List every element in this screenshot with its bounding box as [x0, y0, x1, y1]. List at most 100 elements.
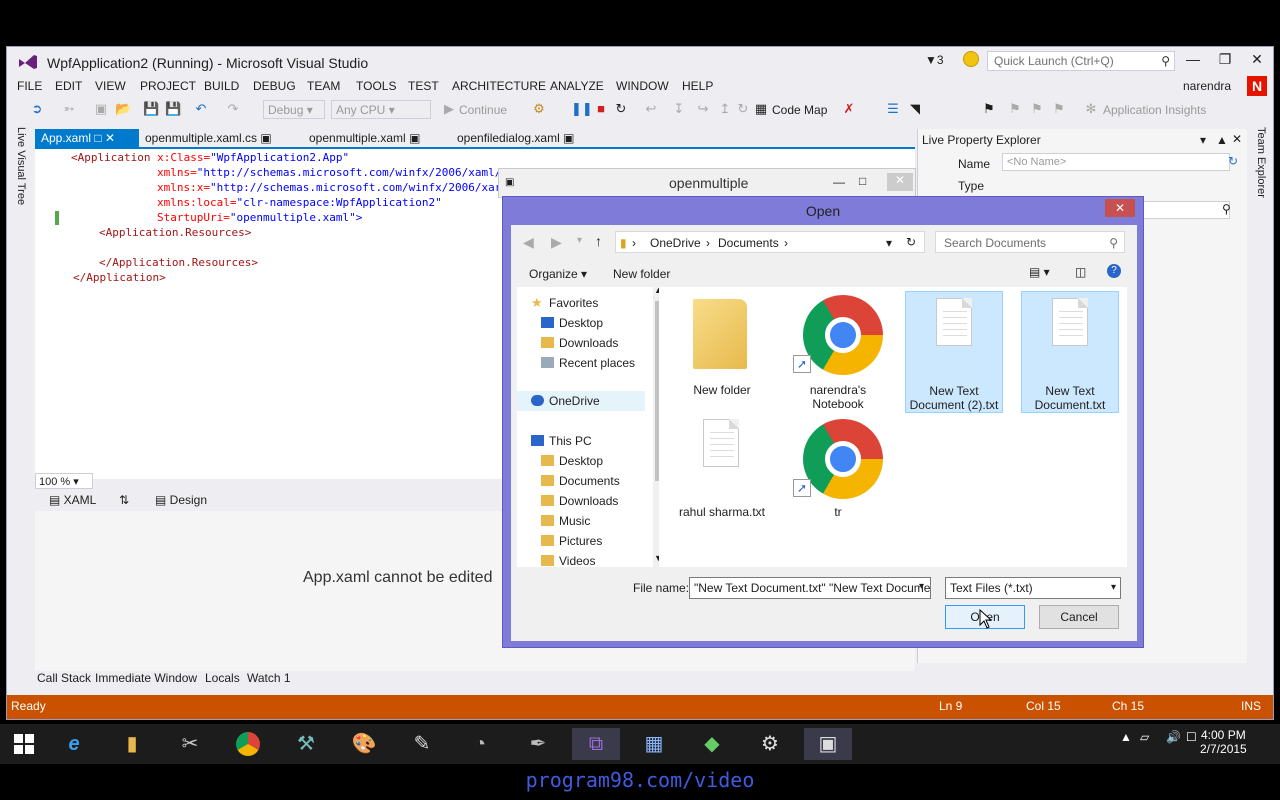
change-view-icon[interactable]: ▤ ▾	[1029, 265, 1050, 279]
volume-icon[interactable]: 🔊	[1166, 730, 1181, 744]
menu-file[interactable]: FILE	[17, 79, 42, 93]
clear-bookmarks-icon[interactable]: ⚑	[1051, 101, 1067, 117]
tab-openmultiple-xaml-cs[interactable]: openmultiple.xaml.cs ▣	[139, 129, 278, 147]
break-all-icon[interactable]: ❚❚	[571, 101, 593, 117]
app-insights-icon[interactable]: ✻	[1083, 101, 1099, 117]
help-icon[interactable]: ?	[1107, 264, 1121, 278]
tools-icon[interactable]: ⚒	[282, 728, 330, 760]
code-map-icon[interactable]: ▦	[753, 101, 769, 117]
organize-button[interactable]: Organize ▾	[529, 267, 587, 281]
taskbar-clock[interactable]: 4:00 PM 2/7/2015	[1200, 728, 1247, 756]
breadcrumb-documents[interactable]: Documents	[718, 236, 779, 250]
menu-window[interactable]: WINDOW	[616, 79, 669, 93]
file-item[interactable]: rahul sharma.txt	[673, 419, 771, 541]
redo-icon[interactable]: ↷	[225, 101, 241, 117]
dialog-close-button[interactable]: ✕	[1105, 199, 1135, 217]
save-all-icon[interactable]: 💾	[165, 101, 181, 117]
signed-in-user[interactable]: narendra	[1183, 79, 1231, 93]
refresh-icon[interactable]: ↻	[735, 101, 751, 117]
start-button[interactable]	[0, 728, 48, 760]
feedback-smiley-icon[interactable]	[963, 51, 979, 67]
nav-desktop[interactable]: Desktop	[517, 313, 645, 333]
new-folder-button[interactable]: New folder	[613, 267, 670, 281]
show-hidden-icons-icon[interactable]: ▲	[1120, 730, 1132, 744]
file-item[interactable]: ➚ narendra's Notebook	[789, 291, 887, 413]
menu-architecture[interactable]: ARCHITECTURE	[452, 79, 546, 93]
search-documents-input[interactable]: Search Documents ⚲	[935, 231, 1125, 253]
network-icon[interactable]: ▱	[1140, 730, 1149, 744]
restart-icon[interactable]: ↻	[613, 101, 629, 117]
file-explorer-icon[interactable]: ▮	[108, 728, 156, 760]
menu-team[interactable]: TEAM	[307, 79, 340, 93]
menu-view[interactable]: VIEW	[95, 79, 126, 93]
recent-locations-icon[interactable]: ▾	[577, 235, 582, 246]
refresh-icon[interactable]: ↻	[906, 235, 916, 249]
gauge-icon[interactable]: ◔	[456, 728, 504, 760]
swap-panes-icon[interactable]: ⇅	[119, 493, 129, 507]
cancel-button[interactable]: Cancel	[1039, 605, 1119, 629]
internet-explorer-icon[interactable]: e	[50, 728, 98, 760]
preview-pane-icon[interactable]: ◫	[1075, 265, 1086, 279]
close-tab-icon[interactable]: ✕	[105, 131, 115, 145]
menu-test[interactable]: TEST	[408, 79, 439, 93]
step-out-icon[interactable]: ↥	[717, 101, 733, 117]
solution-platform-select[interactable]: Any CPU ▾	[331, 100, 431, 119]
bookmark-icon[interactable]: ⚑	[981, 101, 997, 117]
address-dropdown-icon[interactable]: ▾	[886, 236, 892, 250]
tab-openfiledialog-xaml[interactable]: openfiledialog.xaml ▣	[451, 129, 580, 147]
tab-immediate-window[interactable]: Immediate Window	[95, 671, 197, 685]
design-pane-tab[interactable]: ▤ Design	[155, 493, 207, 507]
menu-edit[interactable]: EDIT	[55, 79, 82, 93]
address-bar[interactable]: ▮ › OneDrive › Documents › ▾ ↻	[615, 231, 925, 253]
nav-pictures[interactable]: Pictures	[517, 531, 645, 551]
navigate-forward-icon[interactable]: ➳	[61, 101, 77, 117]
user-avatar[interactable]: N	[1247, 76, 1267, 96]
stop-debugging-icon[interactable]: ■	[593, 101, 609, 117]
restore-button[interactable]: ❐	[1213, 51, 1237, 71]
close-button[interactable]: ✕	[887, 173, 913, 191]
name-field[interactable]: <No Name>	[1002, 153, 1230, 171]
layers-icon[interactable]: ◆	[688, 728, 736, 760]
breadcrumb-onedrive[interactable]: OneDrive	[650, 236, 701, 250]
pin-icon[interactable]: ▲	[1216, 133, 1228, 147]
nav-onedrive[interactable]: OneDrive	[517, 391, 645, 411]
notepad-icon[interactable]: ✎	[398, 728, 446, 760]
file-item-selected[interactable]: New Text Document.txt	[1021, 291, 1119, 413]
quick-launch-input[interactable]: Quick Launch (Ctrl+Q) ⚲	[987, 51, 1175, 71]
back-icon[interactable]: ◀	[523, 234, 534, 251]
next-bookmark-icon[interactable]: ⚑	[1029, 101, 1045, 117]
tab-watch-1[interactable]: Watch 1	[247, 671, 291, 685]
chrome-taskbar-icon[interactable]	[224, 728, 272, 760]
snipping-tool-icon[interactable]: ✂	[166, 728, 214, 760]
visual-studio-taskbar-icon[interactable]: ⧉	[572, 728, 620, 760]
pen-tool-icon[interactable]: ✒	[514, 728, 562, 760]
menu-tools[interactable]: TOOLS	[356, 79, 396, 93]
file-name-input[interactable]: "New Text Document.txt" "New Text Docume	[689, 577, 931, 599]
undo-icon[interactable]: ↶	[193, 101, 209, 117]
attach-icon[interactable]: ⚙	[531, 101, 547, 117]
zoom-select[interactable]: 100 % ▾	[35, 473, 93, 489]
continue-button[interactable]: Continue	[459, 103, 507, 117]
navigate-back-icon[interactable]: ➲	[29, 101, 45, 117]
up-one-level-icon[interactable]: ↑	[595, 233, 602, 249]
nav-music[interactable]: Music	[517, 511, 645, 531]
pin-icon[interactable]: □	[94, 131, 101, 145]
file-item[interactable]: New folder	[673, 291, 771, 413]
save-icon[interactable]: 💾	[143, 101, 159, 117]
select-element-icon[interactable]: ◥	[907, 101, 923, 117]
team-explorer-tab[interactable]: Team Explorer	[1253, 127, 1271, 247]
step-over-icon[interactable]: ↪	[695, 101, 711, 117]
nav-favorites[interactable]: ★ Favorites	[517, 293, 645, 313]
tab-locals[interactable]: Locals	[205, 671, 240, 685]
menu-build[interactable]: BUILD	[204, 79, 239, 93]
file-item-selected[interactable]: New Text Document (2).txt	[905, 291, 1003, 413]
file-type-select[interactable]: Text Files (*.txt) ▾	[945, 577, 1121, 599]
continue-icon[interactable]: ▶	[441, 101, 457, 117]
nav-pc-desktop[interactable]: Desktop	[517, 451, 645, 471]
nav-downloads[interactable]: Downloads	[517, 333, 645, 353]
nav-videos[interactable]: Videos	[517, 551, 645, 571]
file-item[interactable]: ➚ tr	[789, 419, 887, 541]
solution-configuration-select[interactable]: Debug ▾	[263, 100, 325, 119]
show-next-statement-icon[interactable]: ↩	[643, 101, 659, 117]
tab-openmultiple-xaml[interactable]: openmultiple.xaml ▣	[303, 129, 426, 147]
